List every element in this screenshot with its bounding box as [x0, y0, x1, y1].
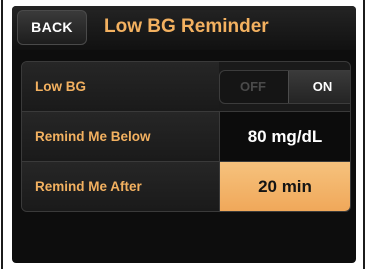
remind-after-label: Remind Me After: [22, 162, 219, 211]
back-button[interactable]: BACK: [17, 10, 87, 45]
remind-below-value[interactable]: 80 mg/dL: [219, 112, 350, 161]
frame-edge-right: [363, 0, 368, 269]
device-frame: BACK Low BG Reminder Low BG OFF ON Remin…: [0, 0, 368, 269]
remind-after-value[interactable]: 20 min: [219, 162, 350, 211]
low-bg-row: Low BG OFF ON: [22, 62, 350, 111]
remind-below-label: Remind Me Below: [22, 112, 219, 161]
toggle-on-option[interactable]: ON: [288, 71, 350, 103]
low-bg-toggle[interactable]: OFF ON: [219, 70, 350, 104]
frame-edge-left: [1, 0, 3, 269]
settings-panel: Low BG OFF ON Remind Me Below 80 mg/dL R…: [21, 61, 351, 212]
toggle-off-option[interactable]: OFF: [220, 71, 286, 103]
remind-after-row[interactable]: Remind Me After 20 min: [22, 162, 350, 211]
low-bg-label: Low BG: [22, 62, 219, 111]
pump-screen: BACK Low BG Reminder Low BG OFF ON Remin…: [12, 6, 356, 263]
remind-below-row[interactable]: Remind Me Below 80 mg/dL: [22, 112, 350, 161]
page-title: Low BG Reminder: [104, 16, 269, 37]
header-bar: BACK Low BG Reminder: [12, 6, 356, 50]
